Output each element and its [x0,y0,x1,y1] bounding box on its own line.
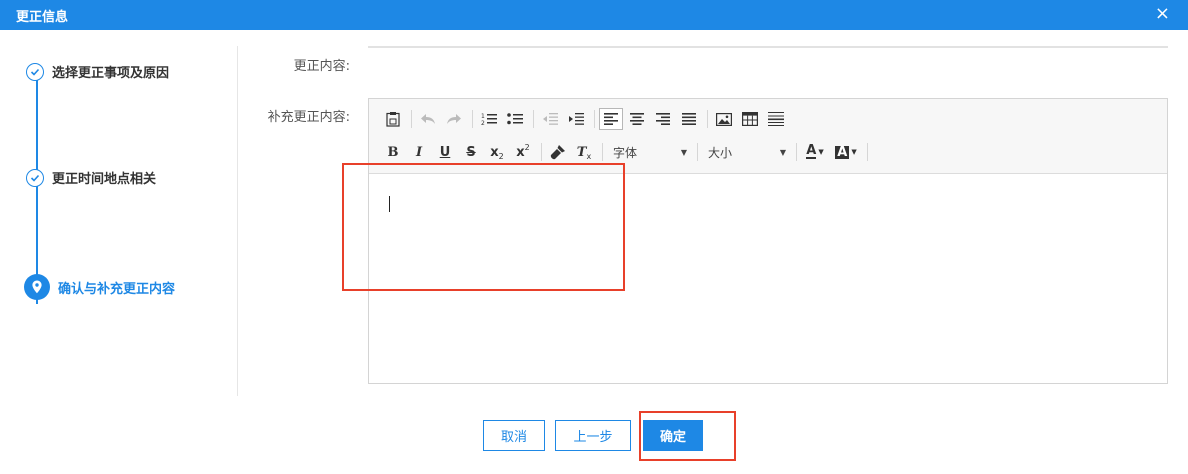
confirm-button[interactable]: 确定 [643,420,703,451]
toolbar-row-2: B I U S x2 x2 Tx 字体 ▼ 大小 ▼ A ▼ A ▼ [381,140,872,164]
toolbar-separator [594,110,595,128]
strikethrough-icon[interactable]: S [459,141,483,163]
toolbar-separator [411,110,412,128]
rich-text-editor: 12 B I U S x 2 x 2 T x 字体 ▼ 大小 ▼ A ▼ A ▼ [368,98,1168,384]
outdent-icon[interactable] [538,108,562,130]
step-label: 选择更正事项及原因 [52,66,170,81]
chevron-down-icon: ▼ [680,147,687,157]
font-family-select[interactable]: 字体 ▼ [607,141,693,163]
align-right-icon[interactable] [651,108,675,130]
supplement-label: 补充更正内容: [267,110,350,125]
background-color-icon[interactable]: A ▼ [831,141,861,163]
strike-glyph: S [466,144,476,160]
step-label: 确认与补充更正内容 [58,281,176,297]
toolbar-separator [472,110,473,128]
toolbar-row-1: 12 [381,107,790,131]
location-pin-icon [24,274,50,300]
sup-glyph: x [516,144,525,160]
step-label: 更正时间地点相关 [52,172,157,187]
previous-step-button[interactable]: 上一步 [555,420,631,451]
text-cursor [389,196,390,212]
subscript-icon[interactable]: x2 [485,141,509,163]
underline-glyph: U [439,144,451,160]
toolbar-separator [541,143,542,161]
bold-icon[interactable]: B [381,141,405,163]
svg-text:2: 2 [481,120,485,126]
vertical-divider [237,46,238,396]
italic-glyph: I [415,144,423,160]
step-navigation: 选择更正事项及原因 更正时间地点相关 确认与补充更正内容 [0,30,238,396]
paste-word-icon[interactable] [381,108,405,130]
sup-mark: 2 [524,142,530,152]
redo-icon[interactable] [442,108,466,130]
clear-glyph: T [576,144,587,160]
align-center-icon[interactable] [625,108,649,130]
editor-content-area[interactable] [369,174,1167,383]
bold-glyph: B [387,144,399,160]
dialog-title: 更正信息 [16,10,69,25]
sub-glyph: x [490,144,499,160]
font-size-select-label: 大小 [708,145,733,160]
clear-format-icon[interactable]: Tx [572,141,596,163]
font-family-select-label: 字体 [613,145,638,160]
toolbar-separator [796,143,797,161]
format-painter-icon[interactable] [546,141,570,163]
justify-icon[interactable] [677,108,701,130]
font-color-glyph: A [806,143,817,159]
bg-color-glyph: A [835,144,850,160]
toolbar-separator [867,143,868,161]
toolbar-separator [533,110,534,128]
unordered-list-icon[interactable] [503,108,527,130]
content-label: 更正内容: [293,59,350,74]
check-icon [26,168,44,187]
step-item-confirm-supplement[interactable]: 确认与补充更正内容 [24,274,175,300]
image-icon[interactable] [712,108,736,130]
underline-icon[interactable]: U [433,141,457,163]
align-left-icon[interactable] [599,108,623,130]
toolbar-separator [602,143,603,161]
check-icon [26,62,44,81]
font-size-select[interactable]: 大小 ▼ [702,141,792,163]
toolbar-separator [707,110,708,128]
font-color-icon[interactable]: A ▼ [801,141,829,163]
close-icon[interactable]: × [1155,4,1170,24]
table-icon[interactable] [738,108,762,130]
dialog-titlebar: 更正信息 × [0,0,1188,30]
indent-icon[interactable] [564,108,588,130]
sub-mark: 2 [498,151,504,161]
superscript-icon[interactable]: x2 [511,141,535,163]
toolbar-separator [697,143,698,161]
step-item-select-reason[interactable]: 选择更正事项及原因 [26,62,169,81]
svg-text:1: 1 [481,113,485,120]
step-connector-line [36,80,38,304]
content-value-line [368,46,1168,48]
horizontal-rule-icon[interactable] [764,108,788,130]
step-item-time-location[interactable]: 更正时间地点相关 [26,168,156,187]
italic-icon[interactable]: I [407,141,431,163]
chevron-down-icon: ▼ [779,147,786,157]
editor-toolbar: 12 B I U S x 2 x 2 T x 字体 ▼ 大小 ▼ A ▼ A ▼ [369,99,1167,174]
clear-mark: x [586,151,592,161]
undo-icon[interactable] [416,108,440,130]
ordered-list-icon[interactable]: 12 [477,108,501,130]
cancel-button[interactable]: 取消 [483,420,545,451]
